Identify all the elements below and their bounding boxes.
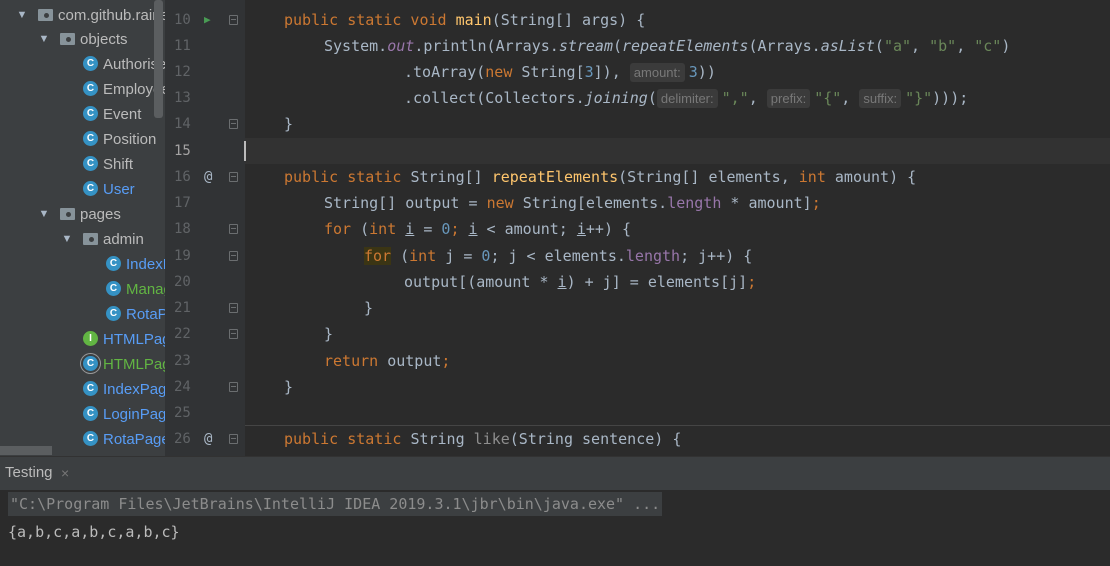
tab-testing[interactable]: Testing	[5, 464, 53, 481]
code-line-23[interactable]: return output;	[324, 348, 450, 374]
tree-class-item[interactable]: C Authorise	[83, 52, 165, 77]
class-icon: C	[106, 281, 121, 297]
code-line-13[interactable]: .collect(Collectors.joining(delimiter: ",…	[404, 85, 968, 111]
code-line-17[interactable]: String[] output = new String[elements.le…	[324, 190, 821, 216]
line-number: 23	[174, 353, 191, 369]
tree-horizontal-scrollbar[interactable]	[0, 446, 52, 455]
package-icon	[60, 207, 75, 220]
tree-class-item[interactable]: CIndexP	[106, 252, 165, 277]
run-tool-window-header	[0, 456, 1110, 491]
line-number: 20	[174, 274, 191, 290]
line-number: 22	[174, 326, 191, 342]
tree-class-item[interactable]: C RotaPage	[83, 427, 165, 452]
close-icon[interactable]: ×	[61, 465, 69, 481]
code-line-26[interactable]: public static String like(String sentenc…	[284, 426, 681, 452]
class-icon: C	[83, 131, 98, 147]
tree-class-item[interactable]: C Employee	[83, 77, 165, 102]
tree-class-item[interactable]: C User	[83, 177, 135, 202]
tree-class-item[interactable]: C LoginPag	[83, 402, 165, 427]
class-icon: C	[83, 156, 98, 172]
current-line-highlight	[245, 138, 1110, 164]
console-result-line: {a,b,c,a,b,c,a,b,c}	[8, 523, 180, 541]
line-number: 18	[174, 221, 191, 237]
line-number: 26	[174, 431, 191, 447]
implemented-marker-icon[interactable]: @	[204, 164, 218, 190]
line-number: 14	[174, 116, 191, 132]
code-line-12[interactable]: .toArray(new String[3]), amount: 3))	[404, 59, 716, 85]
class-icon: C	[83, 406, 98, 422]
tree-class-item[interactable]: CManag	[106, 277, 165, 302]
class-icon: C	[83, 381, 98, 397]
parameter-hint: amount:	[629, 63, 685, 82]
fold-icon[interactable]	[229, 15, 238, 25]
chevron-down-icon[interactable]: ▼	[61, 227, 73, 252]
class-icon: C	[83, 106, 98, 122]
tree-class-item[interactable]: C IndexPag	[83, 377, 165, 402]
fold-icon[interactable]	[229, 382, 238, 392]
line-number: 16	[174, 169, 191, 185]
line-number: 17	[174, 195, 191, 211]
package-icon	[60, 32, 75, 45]
implemented-marker-icon[interactable]: @	[204, 426, 218, 452]
line-number: 11	[174, 38, 191, 54]
line-number: 21	[174, 300, 191, 316]
fold-icon[interactable]	[229, 172, 238, 182]
fold-icon[interactable]	[229, 224, 238, 234]
interface-icon: I	[83, 331, 98, 347]
chevron-down-icon[interactable]: ▼	[38, 27, 50, 52]
code-line-21[interactable]: }	[364, 295, 373, 321]
code-line-10[interactable]: public static void main(String[] args) {	[284, 7, 645, 33]
chevron-down-icon[interactable]: ▼	[38, 202, 50, 227]
line-number: 19	[174, 248, 191, 264]
text-caret	[244, 141, 246, 161]
tree-interface-item[interactable]: I HTMLPag	[83, 327, 165, 352]
class-icon: C	[83, 56, 98, 72]
code-line-11[interactable]: System.out.println(Arrays.stream(repeatE…	[324, 33, 1010, 59]
run-icon[interactable]: ▶	[204, 7, 218, 33]
code-line-20[interactable]: output[(amount * i) + j] = elements[j];	[404, 269, 756, 295]
fold-icon[interactable]	[229, 251, 238, 261]
line-number: 25	[174, 405, 191, 421]
package-icon	[83, 232, 98, 245]
line-number: 12	[174, 64, 191, 80]
tree-class-item[interactable]: C Position	[83, 127, 156, 152]
code-line-24[interactable]: }	[284, 374, 293, 400]
tree-vertical-scrollbar[interactable]	[154, 0, 163, 118]
console-command-line[interactable]: "C:\Program Files\JetBrains\IntelliJ IDE…	[8, 492, 663, 516]
package-icon	[38, 8, 53, 21]
code-line-14[interactable]: }	[284, 111, 293, 137]
tree-class-item[interactable]: C Event	[83, 102, 141, 127]
code-line-18[interactable]: for (int i = 0; i < amount; i++) {	[324, 216, 631, 242]
class-icon: C	[83, 181, 98, 197]
code-line-19[interactable]: for (int j = 0; j < elements.length; j++…	[364, 243, 752, 269]
tree-folder-objects[interactable]: ▼ objects	[39, 27, 128, 52]
parameter-hint: suffix:	[859, 89, 902, 108]
class-icon: C	[106, 256, 121, 272]
tree-folder-admin[interactable]: ▼ admin	[62, 227, 144, 252]
tree-class-item[interactable]: C Shift	[83, 152, 133, 177]
fold-icon[interactable]	[229, 329, 238, 339]
line-number: 10	[174, 12, 191, 28]
tree-folder-pages[interactable]: ▼ pages	[39, 202, 121, 227]
parameter-hint: delimiter:	[656, 89, 718, 108]
class-icon: C	[83, 431, 98, 447]
parameter-hint: prefix:	[766, 89, 811, 108]
fold-icon[interactable]	[229, 303, 238, 313]
tree-class-item[interactable]: C RotaP	[106, 302, 165, 327]
line-number: 15	[174, 143, 191, 159]
abstract-class-icon: C	[83, 356, 98, 372]
line-number: 13	[174, 90, 191, 106]
code-line-22[interactable]: }	[324, 321, 333, 347]
code-line-16[interactable]: public static String[] repeatElements(St…	[284, 164, 916, 190]
chevron-down-icon[interactable]: ▼	[16, 3, 28, 28]
fold-icon[interactable]	[229, 119, 238, 129]
class-icon: C	[83, 81, 98, 97]
project-tree[interactable]: ▼ com.github.raine ▼ objects C Authorise …	[0, 0, 165, 456]
fold-icon[interactable]	[229, 434, 238, 444]
tree-root-package[interactable]: ▼ com.github.raine	[17, 3, 165, 28]
tree-class-item[interactable]: C HTMLPag	[83, 352, 165, 377]
line-number: 24	[174, 379, 191, 395]
class-icon: C	[106, 306, 121, 322]
